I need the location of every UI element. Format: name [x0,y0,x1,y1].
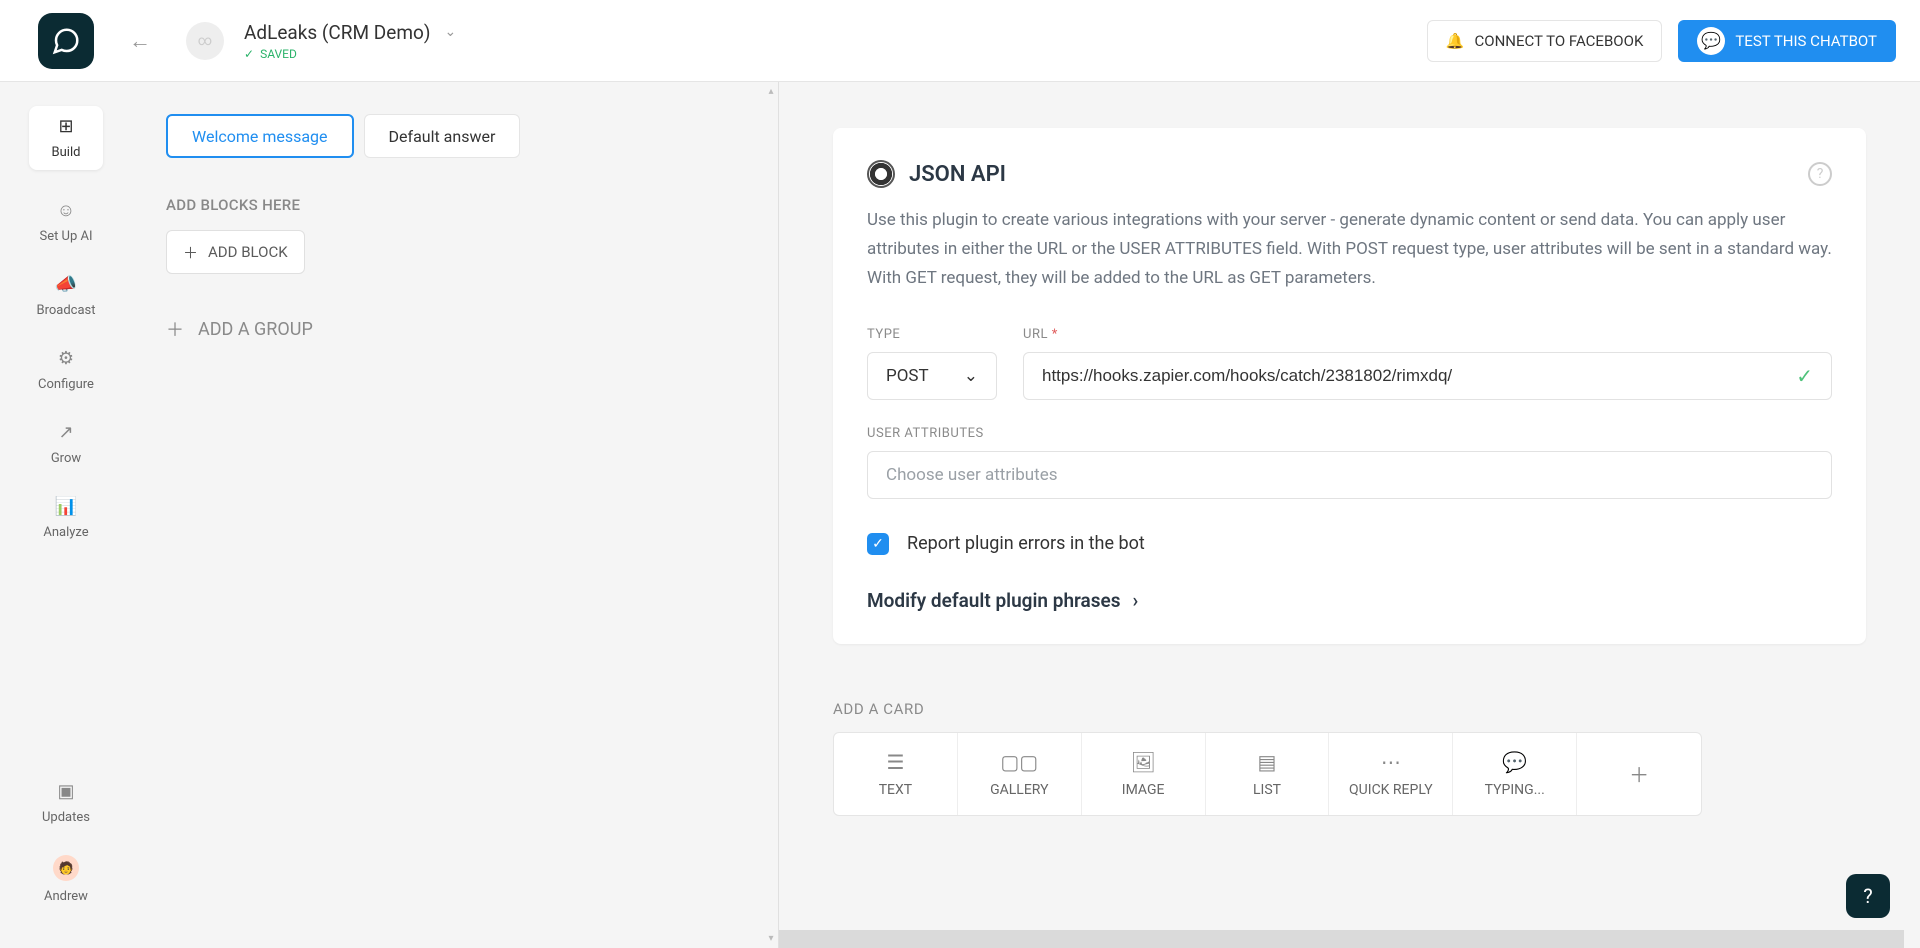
add-card-item-label: TEXT [879,782,912,798]
chart-icon: 📊 [55,496,77,517]
messenger-icon: 💬 [1697,27,1725,55]
topbar: ← ∞ AdLeaks (CRM Demo) ⌄ ✓ SAVED 🔔 CONNE… [0,0,1920,82]
add-card-label: ADD A CARD [833,700,1866,718]
add-card-typing[interactable]: 💬 TYPING... [1453,733,1577,815]
test-chatbot-button[interactable]: 💬 TEST THIS CHATBOT [1678,20,1896,62]
gear-icon: ⚙ [58,348,74,369]
app-logo[interactable] [38,13,94,69]
bot-avatar[interactable]: ∞ [186,22,224,60]
user-name: Andrew [44,889,88,904]
add-card-more[interactable]: ＋ [1577,733,1701,815]
block-label: Default answer [389,127,496,146]
broadcast-icon: 📣 [55,274,77,295]
chevron-down-icon: ⌄ [964,366,978,386]
sidebar-label: Set Up AI [39,229,92,244]
sidebar-label: Analyze [43,525,88,540]
sidebar-item-user[interactable]: 🧑 Andrew [30,855,102,904]
add-card-image[interactable]: 🖼 IMAGE [1082,733,1206,815]
type-select[interactable]: POST ⌄ [867,352,997,400]
sidebar-item-setup-ai[interactable]: ☺ Set Up AI [30,200,102,244]
modify-phrases-button[interactable]: Modify default plugin phrases › [867,589,1832,612]
add-card-gallery[interactable]: ▢▢ GALLERY [958,733,1082,815]
sidebar-item-broadcast[interactable]: 📣 Broadcast [30,274,102,318]
list-icon: ▤ [1258,750,1277,774]
url-label: URL [1023,327,1048,342]
add-card-list[interactable]: ▤ LIST [1206,733,1330,815]
report-errors-label: Report plugin errors in the bot [907,533,1145,554]
gallery-icon: ▢▢ [1000,750,1038,774]
plus-icon: ＋ [166,316,184,342]
add-block-label: ADD BLOCK [208,243,288,261]
report-errors-checkbox[interactable]: ✓ [867,533,889,555]
sidebar-item-updates[interactable]: ▣ Updates [30,781,102,825]
block-default-answer[interactable]: Default answer [364,114,521,158]
connect-facebook-button[interactable]: 🔔 CONNECT TO FACEBOOK [1427,20,1663,62]
add-card-text[interactable]: ☰ TEXT [834,733,958,815]
connect-fb-label: CONNECT TO FACEBOOK [1474,32,1643,50]
check-icon: ✓ [244,47,254,61]
sidebar-item-analyze[interactable]: 📊 Analyze [30,496,102,540]
plus-icon: ＋ [183,242,198,263]
add-card-row: ☰ TEXT ▢▢ GALLERY 🖼 IMAGE ▤ LIST ⋯ QUICK… [833,732,1702,816]
chevron-down-icon[interactable]: ⌄ [444,24,456,40]
type-value: POST [886,366,929,386]
card-description: Use this plugin to create various integr… [867,206,1832,293]
sidebar-item-build[interactable]: ⊞ Build [29,106,103,170]
add-card-item-label: LIST [1253,782,1281,798]
user-attributes-input[interactable]: Choose user attributes [867,451,1832,499]
bell-icon: 🔔 [1446,32,1465,50]
plus-icon: ＋ [1629,759,1649,788]
quickreply-icon: ⋯ [1381,750,1401,774]
json-api-icon [867,160,895,188]
required-mark: * [1052,327,1058,342]
horizontal-scrollbar[interactable] [779,930,1904,948]
blocks-scrollbar[interactable]: ▴▾ [764,82,778,948]
sidebar-label: Broadcast [36,303,95,318]
modify-phrases-label: Modify default plugin phrases [867,589,1121,612]
chevron-right-icon: › [1133,589,1139,612]
test-chatbot-label: TEST THIS CHATBOT [1735,32,1877,50]
url-input[interactable] [1042,366,1796,386]
sidebar: ⊞ Build ☺ Set Up AI 📣 Broadcast ⚙ Config… [0,82,132,948]
saved-label: SAVED [260,47,297,61]
image-icon: 🖼 [1130,750,1155,774]
add-block-button[interactable]: ＋ ADD BLOCK [166,230,305,274]
add-card-item-label: QUICK REPLY [1349,782,1433,798]
bot-name[interactable]: AdLeaks (CRM Demo) [244,21,430,44]
sidebar-label: Build [52,145,81,160]
user-attributes-label: USER ATTRIBUTES [867,426,1832,441]
type-label: TYPE [867,327,997,342]
sidebar-item-grow[interactable]: ↗ Grow [30,422,102,466]
add-blocks-here-label: ADD BLOCKS HERE [166,196,744,214]
back-arrow-icon[interactable]: ← [124,28,156,54]
help-icon: ? [1863,884,1872,908]
add-card-item-label: GALLERY [990,782,1048,798]
typing-icon: 💬 [1502,750,1527,774]
blocks-pane: Welcome message Default answer ADD BLOCK… [132,82,779,948]
user-attributes-placeholder: Choose user attributes [886,465,1058,485]
build-icon: ⊞ [58,116,73,137]
json-api-card: JSON API ? Use this plugin to create var… [833,128,1866,644]
add-card-item-label: TYPING... [1485,782,1545,798]
sidebar-item-configure[interactable]: ⚙ Configure [30,348,102,392]
block-welcome-message[interactable]: Welcome message [166,114,354,158]
sidebar-label: Updates [42,810,90,825]
add-group-label: ADD A GROUP [198,319,313,340]
sidebar-label: Grow [51,451,81,466]
add-card-item-label: IMAGE [1122,782,1165,798]
card-title: JSON API [909,162,1006,187]
text-icon: ☰ [886,750,904,774]
help-fab-button[interactable]: ? [1846,874,1890,918]
updates-icon: ▣ [57,781,74,802]
add-card-quick-reply[interactable]: ⋯ QUICK REPLY [1329,733,1453,815]
add-group-button[interactable]: ＋ ADD A GROUP [166,316,744,342]
ai-icon: ☺ [57,200,75,221]
user-avatar: 🧑 [53,855,79,881]
grow-icon: ↗ [58,422,73,443]
block-label: Welcome message [192,127,328,146]
help-icon[interactable]: ? [1808,162,1832,186]
content-pane: JSON API ? Use this plugin to create var… [779,82,1920,948]
check-icon: ✓ [1796,364,1813,388]
sidebar-label: Configure [38,377,94,392]
